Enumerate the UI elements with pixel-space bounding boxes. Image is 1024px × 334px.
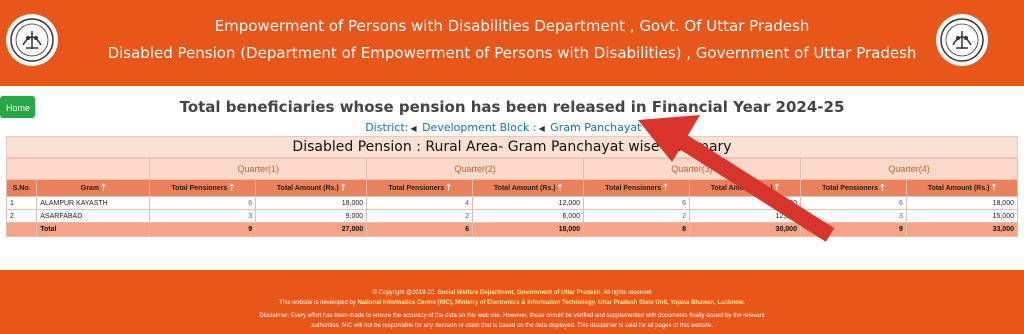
- filter-breadcrumb: District: ◀ Development Block : ◀ Gram Pan…: [0, 121, 1024, 134]
- back-arrow-icon[interactable]: ◀: [651, 124, 657, 133]
- cell-total-amount: 18,000: [472, 222, 585, 237]
- cell-total-pensioners: 9: [149, 222, 257, 237]
- cell-amount: 9,000: [255, 209, 368, 223]
- cell-amount: 12,000: [472, 196, 585, 210]
- sort-arrow-icon[interactable]: 🡑: [341, 180, 346, 196]
- disclaimer-line-2: authorities. NIC will not be responsible…: [311, 323, 713, 329]
- table-title: Disabled Pension : Rural Area- Gram Panc…: [6, 136, 1018, 158]
- cell-total-pensioners: 9: [799, 222, 907, 237]
- cell-amount: 6,000: [472, 209, 585, 223]
- sort-arrow-icon[interactable]: 🡑: [992, 180, 997, 196]
- sort-arrow-icon[interactable]: 🡑: [229, 180, 234, 196]
- gram-panchayat-link[interactable]: Gram Panchayat :: [550, 121, 648, 134]
- header-title-line1: Empowerment of Persons with Disabilities…: [214, 17, 810, 35]
- col-header-amount[interactable]: Total Amount (Rs.) 🡑: [255, 179, 368, 197]
- col-header-amount[interactable]: Total Amount (Rs.) 🡑: [688, 179, 801, 197]
- col-header-pensioners[interactable]: Total Pensioners 🡑: [149, 179, 257, 197]
- cell-total-amount: 30,000: [688, 222, 801, 237]
- developer-org: National Informatics Centre (NIC), Minis…: [357, 300, 745, 306]
- column-header-row: S.No. Gram 🡑 Total Pensioners 🡑 Total Amou…: [5, 179, 1019, 197]
- col-header-pensioners[interactable]: Total Pensioners 🡑: [583, 179, 690, 197]
- copyright-org: Social Welfare Department, Government of…: [437, 290, 601, 296]
- header-title-line2: Disabled Pension (Department of Empowerm…: [107, 44, 917, 62]
- cell-total-pensioners: 8: [583, 222, 690, 237]
- cell-pensioners-link[interactable]: 3: [149, 209, 257, 223]
- summary-table-container: Disabled Pension : Rural Area- Gram Panc…: [5, 136, 1019, 237]
- col-header-amount[interactable]: Total Amount (Rs.) 🡑: [905, 179, 1019, 197]
- cell-amount: 12,000: [688, 209, 801, 223]
- sort-arrow-icon[interactable]: 🡑: [446, 180, 451, 196]
- quarter-header: Quarter(2): [366, 158, 585, 180]
- sort-arrow-icon[interactable]: 🡑: [880, 180, 885, 196]
- quarter-header: Quarter(1): [149, 158, 368, 180]
- cell-amount: 18,000: [255, 196, 368, 210]
- cell-pensioners-link[interactable]: 6: [799, 196, 907, 210]
- copyright-line: © Copyright @2019-20. Social Welfare Dep…: [372, 290, 652, 296]
- cell-pensioners-link[interactable]: 2: [366, 209, 474, 223]
- sort-arrow-icon[interactable]: 🡑: [558, 180, 563, 196]
- page-header: Empowerment of Persons with Disabilities…: [0, 0, 1024, 86]
- table-row: 1 ALAMPUR KAYASTH 6 18,000 4 12,000 6 18…: [5, 196, 1019, 210]
- quarter-header-row: Quarter(1) Quarter(2) Quarter(3) Quarter…: [5, 158, 1019, 180]
- total-row: Total 9 27,000 6 18,000 8 30,000 9 33,00…: [5, 222, 1019, 237]
- col-header-sno: S.No.: [5, 179, 38, 197]
- cell-total-pensioners: 6: [366, 222, 474, 237]
- col-header-pensioners[interactable]: Total Pensioners 🡑: [366, 179, 474, 197]
- cell-gram: ASARFABAD: [36, 209, 151, 223]
- col-header-pensioners[interactable]: Total Pensioners 🡑: [799, 179, 907, 197]
- page-title: Total beneficiaries whose pension has be…: [179, 98, 845, 116]
- cell-total-label: Total: [36, 222, 151, 237]
- sort-arrow-icon[interactable]: 🡑: [663, 180, 668, 196]
- back-arrow-icon[interactable]: ◀: [410, 124, 416, 133]
- back-arrow-icon[interactable]: ◀: [539, 124, 545, 133]
- quarter-header: Quarter(3): [583, 158, 801, 180]
- quarter-header: Quarter(4): [799, 158, 1019, 180]
- cell-pensioners-link[interactable]: 6: [149, 196, 257, 210]
- cell-pensioners-link[interactable]: 4: [366, 196, 474, 210]
- col-header-gram[interactable]: Gram 🡑: [36, 179, 151, 197]
- cell-sno: 1: [5, 196, 38, 210]
- cell-amount: 18,000: [688, 196, 801, 210]
- pension-summary-table: Quarter(1) Quarter(2) Quarter(3) Quarter…: [5, 158, 1019, 237]
- cell-amount: 15,000: [905, 209, 1019, 223]
- cell-pensioners-link[interactable]: 3: [799, 209, 907, 223]
- cell-total-amount: 27,000: [255, 222, 368, 237]
- page-footer: © Copyright @2019-20. Social Welfare Dep…: [0, 270, 1024, 334]
- disclaimer-line-1: Disclaimer: Every effort has been made t…: [259, 313, 765, 319]
- up-emblem-logo-right: [936, 14, 988, 66]
- blank-header: [5, 158, 151, 180]
- main-content: Home Total beneficiaries whose pension h…: [0, 86, 1024, 264]
- developer-line: This website is developed by National In…: [279, 300, 745, 306]
- cell-pensioners-link[interactable]: 2: [583, 209, 690, 223]
- cell-amount: 18,000: [905, 196, 1019, 210]
- district-link[interactable]: District:: [365, 121, 408, 134]
- cell-total-amount: 33,000: [905, 222, 1019, 237]
- development-block-link[interactable]: Development Block :: [422, 121, 537, 134]
- sort-arrow-icon[interactable]: 🡑: [101, 180, 106, 196]
- col-header-amount[interactable]: Total Amount (Rs.) 🡑: [472, 179, 585, 197]
- cell-pensioners-link[interactable]: 6: [583, 196, 690, 210]
- cell-blank: [5, 222, 38, 237]
- table-row: 2 ASARFABAD 3 9,000 2 6,000 2 12,000 3 1…: [5, 209, 1019, 223]
- sort-arrow-icon[interactable]: 🡑: [775, 180, 780, 196]
- cell-gram: ALAMPUR KAYASTH: [36, 196, 151, 210]
- cell-sno: 2: [5, 209, 38, 223]
